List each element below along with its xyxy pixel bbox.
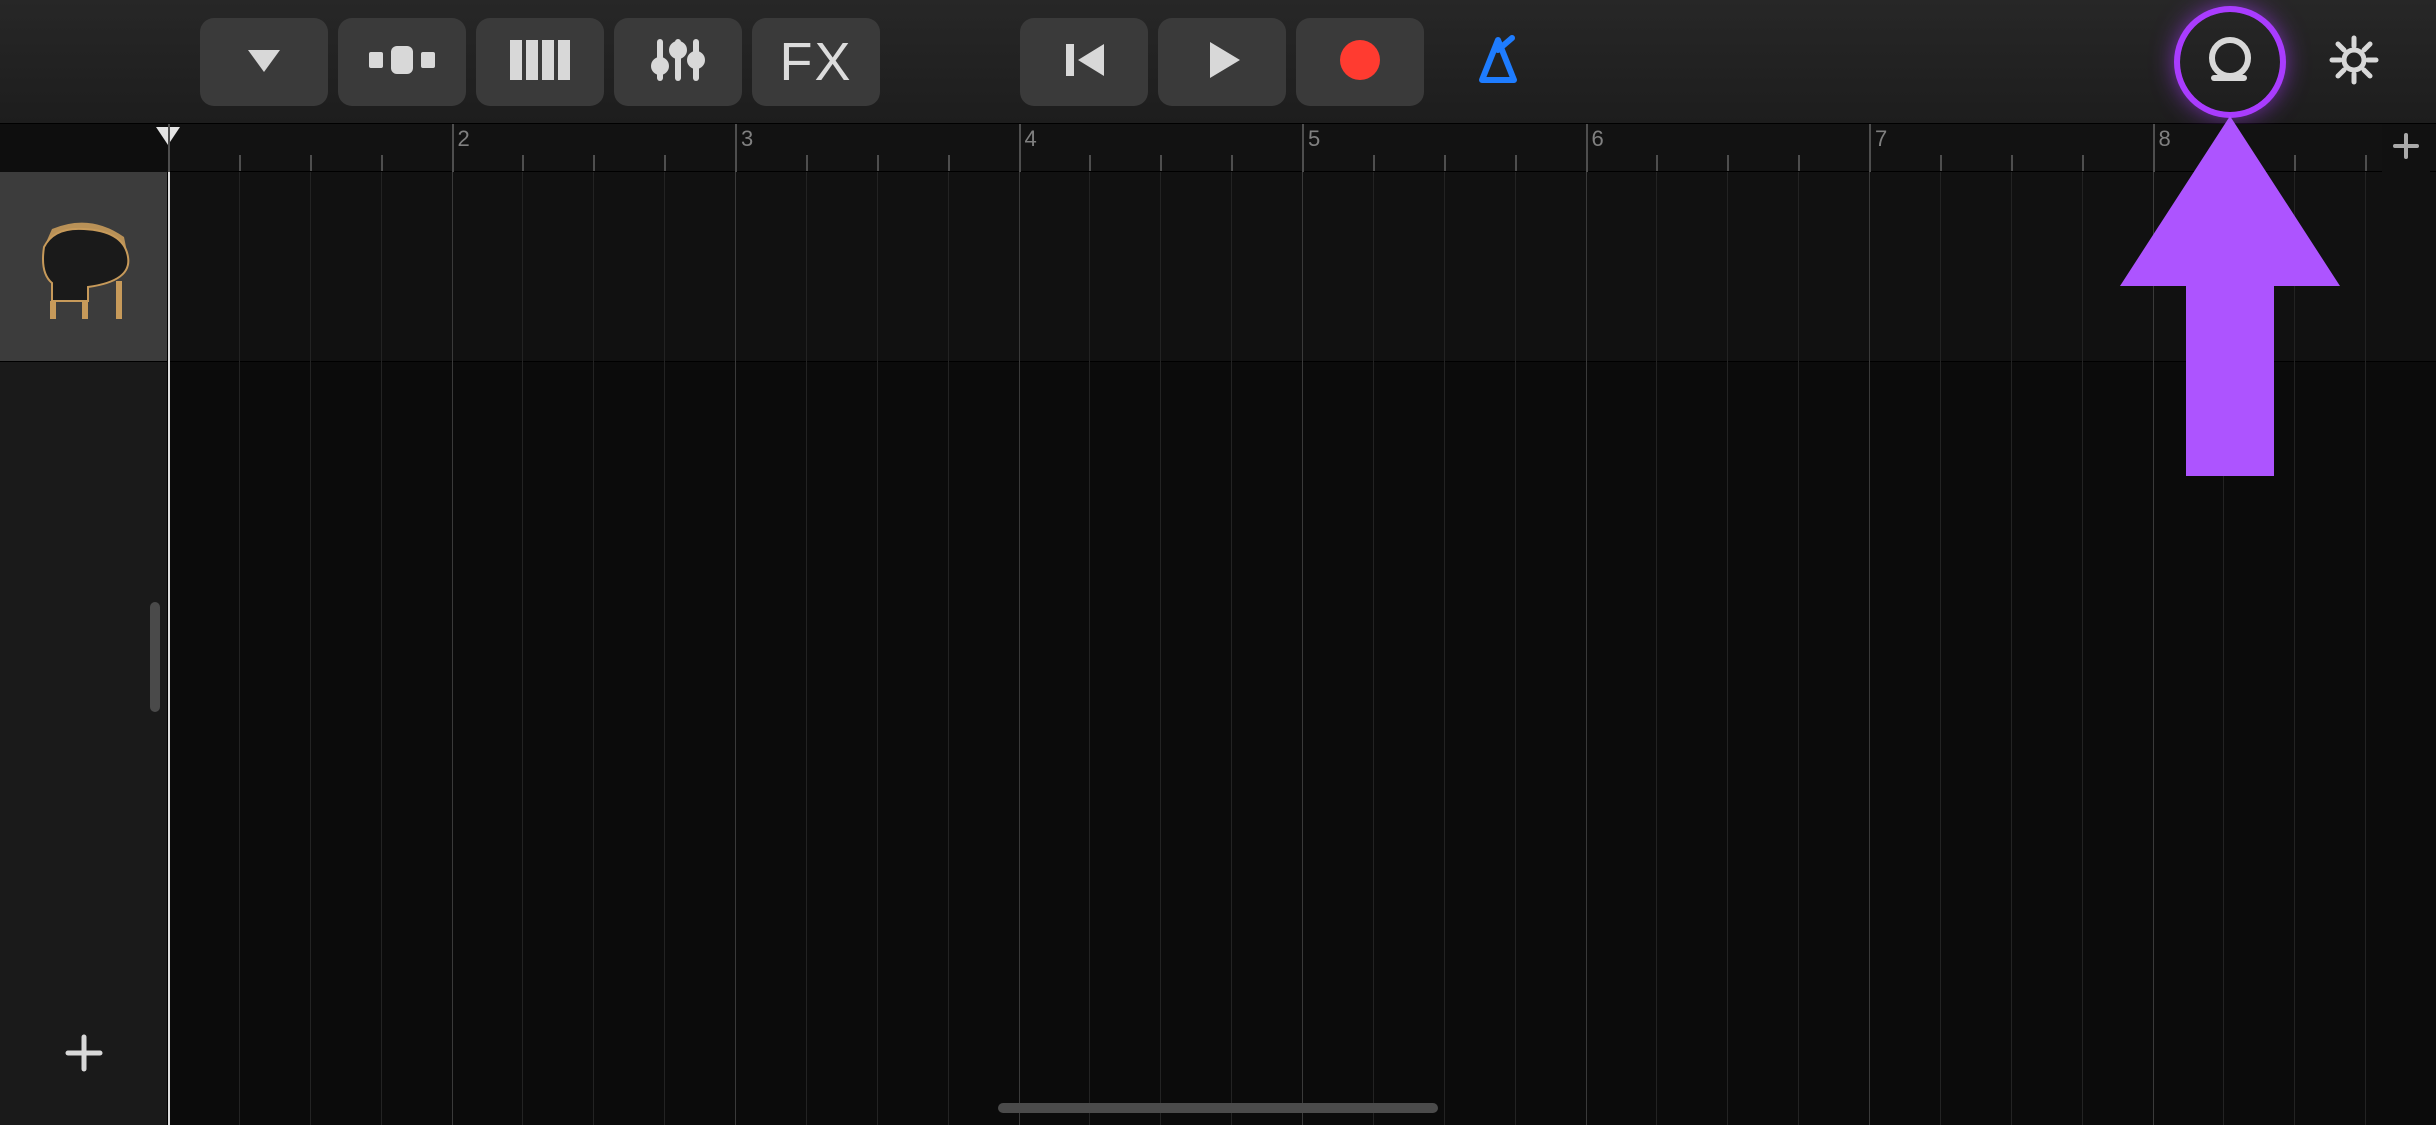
right-controls-group [2180,12,2418,112]
bar-number: 3 [741,126,753,152]
grand-piano-icon [24,207,144,327]
bar-number: 4 [1025,126,1037,152]
add-track-button[interactable] [0,985,167,1125]
play-icon [1198,36,1246,87]
transport-group [1020,18,1562,106]
settings-button[interactable] [2290,18,2418,106]
record-button[interactable] [1296,18,1424,106]
bar-number: 2 [458,126,470,152]
playhead[interactable] [168,172,170,1125]
bar-number: 5 [1308,126,1320,152]
metronome-button[interactable] [1434,18,1562,106]
loop-browser-button[interactable] [2180,12,2280,112]
rewind-button[interactable] [1020,18,1148,106]
bar-number: 7 [1875,126,1887,152]
piano-keys-icon [510,36,570,87]
record-icon [1336,36,1384,87]
top-toolbar: FX [0,0,2436,124]
track-view-button[interactable] [338,18,466,106]
tracks-area [0,172,2436,1125]
timeline-ruler[interactable]: 2 3 4 5 6 7 8 [168,124,2436,172]
home-indicator [998,1103,1438,1113]
track-header[interactable] [0,172,167,362]
mixer-button[interactable] [614,18,742,106]
rewind-icon [1060,36,1108,87]
metronome-icon [1472,34,1524,89]
settings-gear-icon [2328,34,2380,89]
scroll-thumb[interactable] [150,602,160,712]
view-menu-button[interactable] [200,18,328,106]
fx-label: FX [779,35,852,89]
chevron-down-icon [242,38,286,85]
keyboard-view-button[interactable] [476,18,604,106]
play-button[interactable] [1158,18,1286,106]
bar-number: 8 [2159,126,2171,152]
track-view-icon [367,38,437,85]
fx-button[interactable]: FX [752,18,880,106]
plus-icon [2391,131,2421,166]
plus-icon [60,1029,108,1082]
track-lanes[interactable] [168,172,2436,1125]
view-controls-group: FX [200,18,880,106]
loop-icon [2202,32,2258,91]
track-headers-column [0,172,168,1125]
add-section-button[interactable] [2382,124,2430,172]
mixer-faders-icon [650,36,706,87]
bar-number: 6 [1592,126,1604,152]
